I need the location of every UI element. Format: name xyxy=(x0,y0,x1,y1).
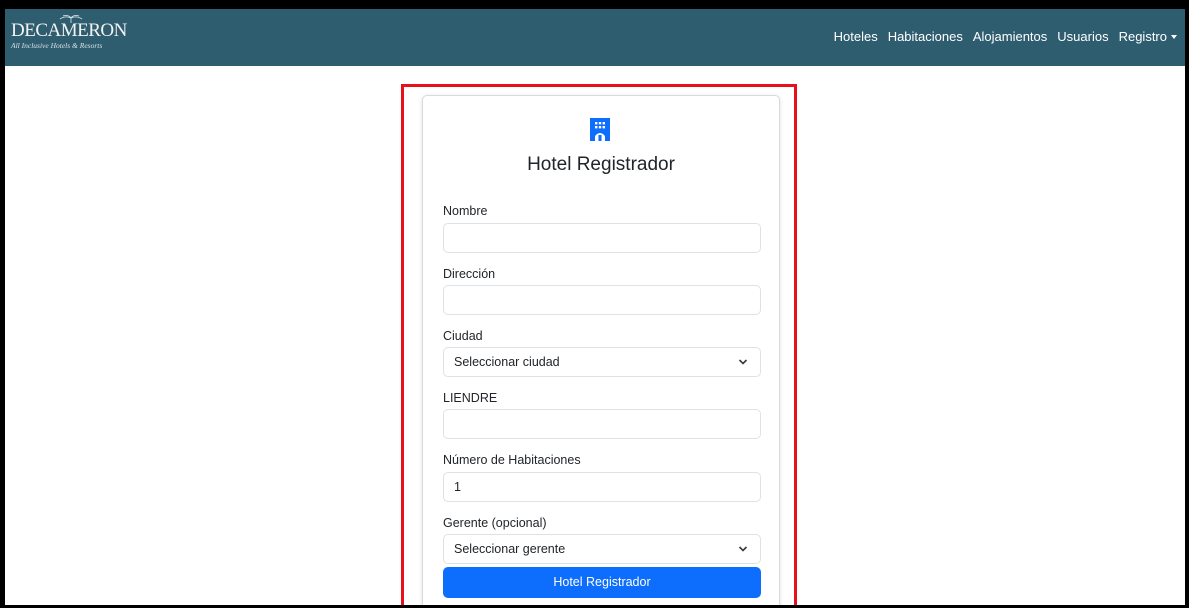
habitaciones-input[interactable]: 1 xyxy=(443,472,761,502)
direccion-label: Dirección xyxy=(443,267,496,281)
nav-registro-dropdown[interactable]: Registro xyxy=(1119,29,1177,45)
direccion-input[interactable] xyxy=(443,285,761,315)
liendre-label: LIENDRE xyxy=(443,391,498,405)
form-title: Hotel Registrador xyxy=(527,154,675,175)
gerente-selected-value: Seleccionar gerente xyxy=(454,542,566,556)
nav-links: Hoteles Habitaciones Alojamientos Usuari… xyxy=(834,29,1177,45)
habitaciones-label: Número de Habitaciones xyxy=(443,453,581,467)
brand-tagline: All Inclusive Hotels & Resorts xyxy=(11,41,103,50)
nombre-input[interactable] xyxy=(443,223,761,253)
nav-alojamientos[interactable]: Alojamientos xyxy=(973,29,1047,45)
nav-habitaciones[interactable]: Habitaciones xyxy=(888,29,963,45)
nav-registro-label: Registro xyxy=(1118,29,1167,44)
nav-hoteles[interactable]: Hoteles xyxy=(834,29,878,45)
submit-button[interactable]: Hotel Registrador xyxy=(443,567,761,598)
gerente-label: Gerente (opcional) xyxy=(443,516,547,530)
gerente-select[interactable]: Seleccionar gerente xyxy=(443,534,761,564)
chevron-down-icon xyxy=(738,359,748,365)
ciudad-selected-value: Seleccionar ciudad xyxy=(454,355,560,369)
brand-name: DECAMERON xyxy=(11,20,127,41)
building-icon xyxy=(590,118,610,141)
chevron-down-icon xyxy=(738,546,748,552)
palm-tree-icon xyxy=(59,15,83,23)
liendre-input[interactable] xyxy=(443,409,761,439)
ciudad-select[interactable]: Seleccionar ciudad xyxy=(443,347,761,377)
app-window: DECAMERON All Inclusive Hotels & Resorts… xyxy=(5,9,1185,605)
brand-logo[interactable]: DECAMERON All Inclusive Hotels & Resorts xyxy=(11,15,127,50)
nav-usuarios[interactable]: Usuarios xyxy=(1057,29,1108,45)
ciudad-label: Ciudad xyxy=(443,329,483,343)
navbar: DECAMERON All Inclusive Hotels & Resorts… xyxy=(5,9,1185,66)
caret-down-icon xyxy=(1171,35,1177,39)
hotel-form-card: Hotel Registrador Nombre Dirección Ciuda… xyxy=(422,95,780,605)
nombre-label: Nombre xyxy=(443,204,488,218)
